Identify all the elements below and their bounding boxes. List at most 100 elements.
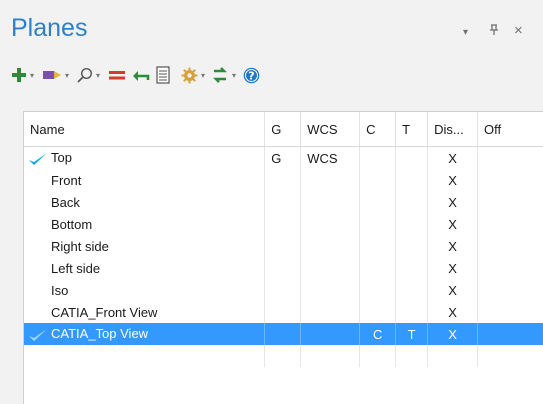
name-cell[interactable]: Iso xyxy=(24,279,266,301)
table-row[interactable]: Back X xyxy=(24,191,543,213)
c-cell[interactable] xyxy=(359,213,397,235)
c-cell[interactable] xyxy=(359,301,397,323)
help-button[interactable]: ? xyxy=(243,62,260,88)
name-cell[interactable]: Bottom xyxy=(24,213,266,235)
name-cell[interactable]: Left side xyxy=(24,257,266,279)
column-header-t[interactable]: T xyxy=(395,112,429,147)
t-cell[interactable] xyxy=(395,257,429,279)
c-cell[interactable]: C xyxy=(359,323,397,345)
wcs-cell[interactable] xyxy=(300,301,361,323)
refresh-dropdown-arrow[interactable]: ▾ xyxy=(232,71,236,80)
t-cell[interactable] xyxy=(395,235,429,257)
display-cell[interactable]: X xyxy=(427,301,479,323)
c-cell[interactable] xyxy=(359,191,397,213)
g-cell[interactable] xyxy=(264,301,302,323)
select-dropdown-arrow[interactable]: ▾ xyxy=(65,71,69,80)
c-cell[interactable] xyxy=(359,257,397,279)
display-cell[interactable]: X xyxy=(427,257,479,279)
wcs-cell[interactable]: WCS xyxy=(300,146,361,169)
table-row[interactable]: Bottom X xyxy=(24,213,543,235)
settings-dropdown-arrow[interactable]: ▾ xyxy=(201,71,205,80)
column-header-off[interactable]: Off xyxy=(477,112,543,147)
c-cell[interactable] xyxy=(359,279,397,301)
off-cell[interactable] xyxy=(477,279,543,301)
column-header-wcs[interactable]: WCS xyxy=(300,112,361,147)
display-cell[interactable]: X xyxy=(427,235,479,257)
column-header-g[interactable]: G xyxy=(264,112,302,147)
t-cell[interactable] xyxy=(395,279,429,301)
wcs-cell[interactable] xyxy=(300,257,361,279)
display-cell[interactable]: X xyxy=(427,213,479,235)
c-cell[interactable] xyxy=(359,235,397,257)
pin-icon[interactable] xyxy=(489,24,499,39)
display-cell[interactable]: X xyxy=(427,191,479,213)
add-dropdown-arrow[interactable]: ▾ xyxy=(30,71,34,80)
column-header-display[interactable]: Dis... xyxy=(427,112,479,147)
g-cell[interactable] xyxy=(264,213,302,235)
search-button[interactable]: ▾ xyxy=(77,62,100,88)
select-button[interactable]: ▾ xyxy=(42,62,69,88)
equals-button[interactable] xyxy=(108,62,126,88)
plane-name: Front xyxy=(51,172,82,188)
add-icon xyxy=(12,68,26,82)
c-cell[interactable] xyxy=(359,169,397,191)
wcs-cell[interactable] xyxy=(300,279,361,301)
off-cell[interactable] xyxy=(477,257,543,279)
off-cell[interactable] xyxy=(477,301,543,323)
off-cell[interactable] xyxy=(477,191,543,213)
t-cell[interactable] xyxy=(395,213,429,235)
t-cell[interactable] xyxy=(395,301,429,323)
wcs-cell[interactable] xyxy=(300,191,361,213)
undo-button[interactable] xyxy=(132,62,150,88)
panel-menu-dropdown-icon[interactable]: ▾ xyxy=(463,27,468,38)
column-header-name[interactable]: Name xyxy=(24,112,266,147)
settings-button[interactable]: ▾ xyxy=(181,62,205,88)
g-cell[interactable] xyxy=(264,323,302,345)
off-cell[interactable] xyxy=(477,213,543,235)
properties-button[interactable] xyxy=(156,62,170,88)
g-cell[interactable] xyxy=(264,257,302,279)
off-cell[interactable] xyxy=(477,235,543,257)
wcs-cell[interactable] xyxy=(300,169,361,191)
add-button[interactable]: ▾ xyxy=(11,62,34,88)
name-cell[interactable]: Back xyxy=(24,191,266,213)
search-dropdown-arrow[interactable]: ▾ xyxy=(96,71,100,80)
g-cell[interactable] xyxy=(264,169,302,191)
table-row[interactable]: Front X xyxy=(24,169,543,191)
display-cell[interactable]: X xyxy=(427,146,479,169)
t-cell[interactable] xyxy=(395,191,429,213)
off-cell[interactable] xyxy=(477,146,543,169)
table-row[interactable]: CATIA_Top View C T X xyxy=(24,323,543,345)
wcs-cell[interactable] xyxy=(300,323,361,345)
table-row[interactable]: Left side X xyxy=(24,257,543,279)
g-cell[interactable] xyxy=(264,191,302,213)
t-cell[interactable] xyxy=(395,169,429,191)
table-row[interactable]: CATIA_Front View X xyxy=(24,301,543,323)
c-cell[interactable] xyxy=(359,146,397,169)
name-cell[interactable]: Front xyxy=(24,169,266,191)
close-icon[interactable]: × xyxy=(514,22,523,39)
table-row[interactable]: Iso X xyxy=(24,279,543,301)
display-cell[interactable]: X xyxy=(427,279,479,301)
g-cell[interactable]: G xyxy=(264,146,302,169)
name-cell[interactable]: Right side xyxy=(24,235,266,257)
off-cell[interactable] xyxy=(477,323,543,345)
g-cell[interactable] xyxy=(264,279,302,301)
name-cell[interactable]: CATIA_Top View xyxy=(24,323,266,345)
wcs-cell[interactable] xyxy=(300,235,361,257)
t-cell[interactable]: T xyxy=(395,323,429,345)
table-row[interactable]: Right side X xyxy=(24,235,543,257)
wcs-cell[interactable] xyxy=(300,213,361,235)
column-header-c[interactable]: C xyxy=(359,112,397,147)
properties-icon xyxy=(156,66,170,84)
checkmark-icon xyxy=(28,328,51,342)
t-cell[interactable] xyxy=(395,146,429,169)
name-cell[interactable]: Top xyxy=(24,146,266,169)
g-cell[interactable] xyxy=(264,235,302,257)
display-cell[interactable]: X xyxy=(427,169,479,191)
refresh-button[interactable]: ▾ xyxy=(211,62,236,88)
display-cell[interactable]: X xyxy=(427,323,479,345)
table-row[interactable]: Top G WCS X xyxy=(24,146,543,169)
off-cell[interactable] xyxy=(477,169,543,191)
name-cell[interactable]: CATIA_Front View xyxy=(24,301,266,323)
